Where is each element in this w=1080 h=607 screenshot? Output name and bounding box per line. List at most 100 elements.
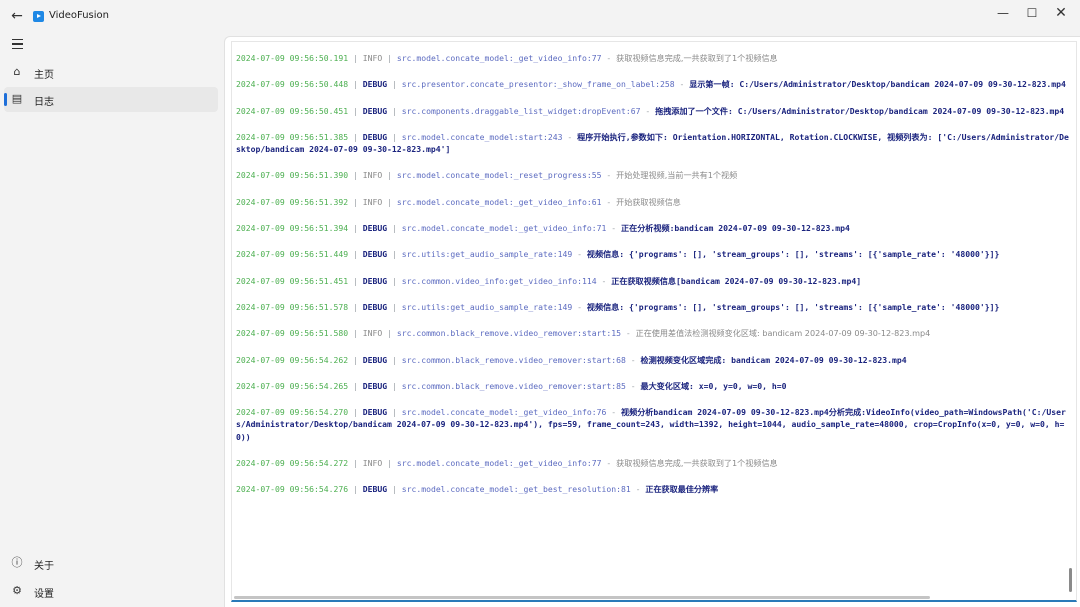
log-separator: | [348,131,363,142]
log-icon: ▤ [11,92,23,105]
log-separator: | [348,170,363,181]
log-source: src.utils:get_audio_sample_rate:149 [401,301,573,312]
log-timestamp: 2024-07-09 09:56:51.392 [236,196,349,207]
log-level: DEBUG [362,79,388,90]
log-timestamp: 2024-07-09 09:56:50.191 [236,53,349,63]
log-separator: - [562,131,578,142]
log-timestamp: 2024-07-09 09:56:51.385 [236,131,349,142]
log-message: 视频信息: {'programs': [], 'stream_groups': … [586,301,1000,312]
log-separator: - [640,105,656,116]
log-separator: | [387,484,402,495]
menu-toggle-button[interactable] [6,34,28,54]
log-message: 检测视频变化区域完成: bandicam 2024-07-09 09-30-12… [640,354,907,365]
log-entry: 2024-07-09 09:56:50.191 | INFO | src.mod… [236,52,1072,64]
close-button[interactable]: ✕ [1044,2,1078,24]
app-title: VideoFusion [49,10,110,21]
log-separator: | [387,380,402,391]
sidebar-item-settings[interactable]: ⚙ 设置 [4,579,218,604]
log-level: INFO [362,458,383,469]
log-separator: - [606,223,621,234]
horizontal-scrollbar[interactable] [234,596,930,599]
sidebar-item-label: 主页 [34,70,54,81]
log-source: src.common.black_remove.video_remover:st… [396,328,621,339]
log-list: 2024-07-09 09:56:50.191 | INFO | src.mod… [236,52,1072,592]
log-source: src.model.concate_model:_reset_progress:… [396,170,602,181]
log-separator: | [348,354,363,365]
log-separator: | [348,275,363,286]
log-timestamp: 2024-07-09 09:56:51.449 [236,249,349,260]
log-separator: | [348,105,363,116]
sidebar-item-label: 关于 [34,561,54,572]
log-entry: 2024-07-09 09:56:50.448 | DEBUG | src.pr… [236,78,1072,90]
log-source: src.model.concate_model:_get_video_info:… [396,53,602,63]
log-separator: | [348,458,363,469]
log-level: DEBUG [362,223,388,234]
log-separator: - [601,170,617,181]
log-message: 获取视频信息完成,一共获取到了1个视频信息 [616,53,778,63]
log-level: DEBUG [362,407,388,418]
log-source: src.utils:get_audio_sample_rate:149 [401,249,573,260]
vertical-scrollbar[interactable] [1069,568,1072,592]
log-level: DEBUG [362,380,388,391]
log-level: DEBUG [362,275,388,286]
log-timestamp: 2024-07-09 09:56:50.448 [236,79,349,90]
hamburger-icon-line [11,47,23,49]
log-separator: | [348,484,363,495]
log-level: DEBUG [362,105,388,116]
back-button[interactable]: ← [6,5,28,27]
log-separator: | [348,223,363,234]
log-separator: | [348,53,363,63]
log-separator: | [348,301,363,312]
log-entry: 2024-07-09 09:56:51.394 | DEBUG | src.mo… [236,222,1072,234]
log-message: 显示第一帧: C:/Users/Administrator/Desktop/ba… [689,79,1066,90]
log-entry: 2024-07-09 09:56:51.385 | DEBUG | src.mo… [236,131,1072,156]
log-message: 正在分析视频:bandicam 2024-07-09 09-30-12-823.… [621,223,850,234]
log-text-area[interactable]: 2024-07-09 09:56:50.191 | INFO | src.mod… [231,41,1077,602]
log-separator: | [387,354,402,365]
sidebar-item-home[interactable]: ⌂ 主页 [4,60,218,85]
log-separator: | [382,53,397,63]
log-source: src.model.concate_model:_get_video_info:… [401,223,607,234]
log-timestamp: 2024-07-09 09:56:50.451 [236,105,349,116]
log-entry: 2024-07-09 09:56:54.270 | DEBUG | src.mo… [236,406,1072,443]
log-separator: - [625,380,641,391]
log-timestamp: 2024-07-09 09:56:54.272 [236,458,349,469]
log-separator: - [620,328,636,339]
log-level: INFO [362,196,383,207]
sidebar-item-about[interactable]: ⓘ 关于 [4,551,218,576]
log-source: src.model.concate_model:_get_best_resolu… [401,484,631,495]
log-timestamp: 2024-07-09 09:56:54.276 [236,484,349,495]
log-separator: | [382,196,397,207]
log-entry: 2024-07-09 09:56:51.449 | DEBUG | src.ut… [236,248,1072,260]
sidebar-item-log[interactable]: ▤ 日志 [4,87,218,112]
log-separator: - [572,249,587,260]
log-message: 最大变化区域: x=0, y=0, w=0, h=0 [640,380,787,391]
gear-icon: ⚙ [12,584,22,597]
log-entry: 2024-07-09 09:56:51.580 | INFO | src.com… [236,327,1072,339]
log-separator: - [596,275,612,286]
log-source: src.model.concate_model:start:243 [401,131,563,142]
log-entry: 2024-07-09 09:56:54.262 | DEBUG | src.co… [236,354,1072,366]
log-separator: - [606,407,621,418]
log-level: DEBUG [362,484,388,495]
log-entry: 2024-07-09 09:56:54.272 | INFO | src.mod… [236,457,1072,469]
log-timestamp: 2024-07-09 09:56:51.451 [236,275,349,286]
log-entry: 2024-07-09 09:56:51.578 | DEBUG | src.ut… [236,301,1072,313]
log-source: src.common.black_remove.video_remover:st… [401,354,626,365]
log-message: 开始处理视频,当前一共有1个视频 [616,170,738,181]
log-source: src.common.black_remove.video_remover:st… [401,380,626,391]
log-separator: - [572,301,587,312]
log-separator: | [348,79,363,90]
log-separator: | [382,170,397,181]
log-entry: 2024-07-09 09:56:51.451 | DEBUG | src.co… [236,275,1072,287]
log-timestamp: 2024-07-09 09:56:51.578 [236,301,349,312]
info-icon: ⓘ [11,556,23,569]
log-separator: | [387,131,402,142]
log-separator: | [387,79,402,90]
log-message: 获取视频信息完成,一共获取到了1个视频信息 [616,458,778,469]
log-timestamp: 2024-07-09 09:56:51.394 [236,223,349,234]
log-message: 拖拽添加了一个文件: C:/Users/Administrator/Deskto… [655,105,1065,116]
log-entry: 2024-07-09 09:56:51.390 | INFO | src.mod… [236,169,1072,181]
log-separator: | [387,407,402,418]
log-timestamp: 2024-07-09 09:56:51.390 [236,170,349,181]
